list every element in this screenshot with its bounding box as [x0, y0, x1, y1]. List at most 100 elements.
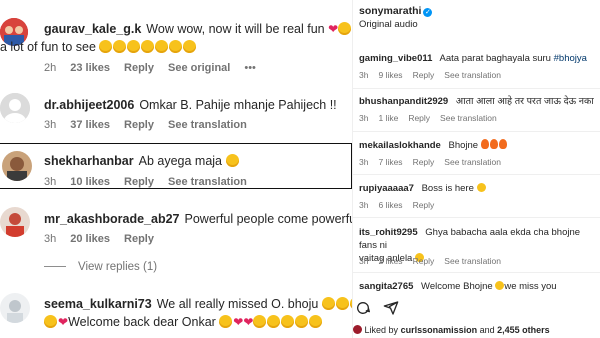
emoji-icon: [309, 315, 323, 328]
comment-username[interactable]: gaurav_kale_g.k: [44, 22, 141, 36]
liked-prefix: Liked by: [364, 325, 399, 335]
comment-likes[interactable]: 6 likes: [378, 200, 402, 210]
comment-username[interactable]: shekharhanbar: [44, 154, 134, 168]
comment-username[interactable]: dr.abhijeet2006: [44, 98, 134, 112]
comment-username[interactable]: sangita2765: [359, 281, 413, 292]
reply-button[interactable]: Reply: [413, 157, 435, 167]
reply-button[interactable]: Reply: [408, 113, 430, 123]
red-heart-icon: ❤: [58, 315, 69, 329]
comment-meta: 3h 7 likes Reply See translation: [359, 157, 511, 167]
comment-meta: 3h 10 likes Reply See translation: [44, 176, 261, 188]
comment-body-tail: we miss you: [504, 281, 557, 292]
hug-emoji-icon: [321, 297, 335, 310]
comment-likes[interactable]: 23 likes: [70, 62, 110, 74]
comment-username[interactable]: gaming_vibe011: [359, 53, 432, 64]
reply-button[interactable]: Reply: [124, 119, 154, 131]
audio-label[interactable]: Original audio: [359, 19, 418, 30]
view-replies-label: View replies (1): [78, 261, 158, 273]
comment-meta: 3h 1 like Reply See translation: [359, 113, 507, 123]
comment-body-line2: a lot of fun to see: [0, 40, 96, 54]
avatar[interactable]: [0, 93, 30, 123]
comment-meta: 3h 2 likes Reply See translation: [359, 256, 511, 266]
comment-time: 3h: [359, 200, 369, 210]
comment-text: seema_kulkarni73 We all really missed O. …: [44, 295, 352, 313]
reply-button[interactable]: Reply: [124, 233, 154, 245]
avatar[interactable]: [2, 151, 32, 181]
comment-username[interactable]: mekailaslokhande: [359, 140, 441, 151]
comment-meta: 3h 6 likes Reply: [359, 200, 444, 210]
comment-body: Omkar B. Pahije mhanje Pahijech !!: [139, 98, 337, 112]
avatar-image: [0, 207, 30, 237]
comment-likes[interactable]: 10 likes: [70, 176, 110, 188]
reply-button[interactable]: Reply: [413, 200, 435, 210]
comment-username[interactable]: rupiyaaaaa7: [359, 183, 414, 194]
comment-icon[interactable]: [355, 300, 371, 316]
comment-body: Welcome Bhojne: [421, 281, 493, 292]
verified-badge-icon: ✓: [423, 8, 433, 17]
comments-panel: gaurav_kale_g.k Wow wow, now it will be r…: [0, 0, 352, 338]
comment-body: Aata parat baghayala suru: [439, 53, 551, 64]
reply-button[interactable]: Reply: [124, 176, 154, 188]
comment-username[interactable]: bhushanpandit2929: [359, 96, 448, 107]
see-original-button[interactable]: See original: [168, 62, 230, 74]
star-eyes-emoji-icon: [155, 40, 169, 53]
comment-likes[interactable]: 7 likes: [378, 157, 402, 167]
comment-time: 3h: [359, 70, 369, 80]
see-translation-button[interactable]: See translation: [444, 256, 501, 266]
comment-time: 3h: [359, 113, 369, 123]
star-eyes-emoji-icon: [113, 40, 127, 53]
comment-username[interactable]: mr_akashborade_ab27: [44, 212, 180, 226]
reply-button[interactable]: Reply: [413, 256, 435, 266]
comment-likes[interactable]: 1 like: [378, 113, 398, 123]
comment-body: Ab ayega maja: [138, 154, 223, 168]
hashtag-link[interactable]: #bhojya: [554, 53, 587, 64]
star-eyes-emoji-icon: [127, 40, 141, 53]
see-translation-button[interactable]: See translation: [444, 70, 501, 80]
comment-likes[interactable]: 2 likes: [378, 256, 402, 266]
red-heart-icon: ❤: [328, 22, 339, 36]
see-translation-button[interactable]: See translation: [168, 176, 247, 188]
comment-text: gaurav_kale_g.k Wow wow, now it will be r…: [44, 20, 352, 38]
reply-button[interactable]: Reply: [124, 62, 154, 74]
more-options-icon[interactable]: •••: [244, 62, 256, 74]
divider: [353, 272, 600, 273]
comment-likes[interactable]: 20 likes: [70, 233, 110, 245]
comment-text: mekailaslokhande Bhojne: [359, 139, 599, 152]
see-translation-button[interactable]: See translation: [444, 157, 501, 167]
liked-username[interactable]: curlssonamission: [401, 325, 478, 335]
avatar[interactable]: [0, 293, 30, 323]
comment-username[interactable]: its_rohit9295: [359, 227, 418, 238]
comment-time: 3h: [44, 119, 57, 131]
hands-emoji-icon: [281, 315, 295, 328]
liker-avatar[interactable]: [353, 325, 362, 334]
comment-text: shekharhanbar Ab ayega maja: [44, 152, 240, 170]
share-icon[interactable]: [383, 300, 399, 316]
account-name[interactable]: sonymarathi ✓: [359, 5, 433, 17]
see-translation-button[interactable]: See translation: [440, 113, 497, 123]
reply-button[interactable]: Reply: [413, 70, 435, 80]
comment-time: 3h: [359, 256, 369, 266]
comment-username[interactable]: seema_kulkarni73: [44, 297, 152, 311]
thumbs-up-emoji-icon: [183, 40, 197, 53]
fire-emoji-icon: [498, 139, 507, 149]
comment-text-line2: ❤Welcome back dear Onkar ❤❤: [44, 313, 323, 331]
comment-text: bhushanpandit2929 आता आला आहे तर परत जाऊ…: [359, 95, 599, 108]
avatar-image: [2, 151, 32, 181]
red-heart-icon: ❤: [243, 315, 254, 329]
star-eyes-emoji-icon: [476, 183, 486, 192]
avatar[interactable]: [0, 207, 30, 237]
divider: [353, 131, 600, 132]
liked-and: and: [479, 325, 495, 335]
view-replies-button[interactable]: View replies (1): [44, 261, 157, 273]
hands-emoji-icon: [267, 315, 281, 328]
liked-count[interactable]: 2,455 others: [497, 325, 550, 335]
comment-text: rupiyaaaaa7 Boss is here: [359, 182, 599, 195]
laughing-emoji-icon: [225, 154, 239, 167]
comment-likes[interactable]: 9 likes: [378, 70, 402, 80]
hands-emoji-icon: [338, 22, 352, 35]
liked-by-text: Liked by curlssonamission and 2,455 othe…: [353, 325, 550, 335]
comment-body: We all really missed O. bhoju: [156, 297, 319, 311]
divider: [353, 217, 600, 218]
see-translation-button[interactable]: See translation: [168, 119, 247, 131]
comment-likes[interactable]: 37 likes: [70, 119, 110, 131]
